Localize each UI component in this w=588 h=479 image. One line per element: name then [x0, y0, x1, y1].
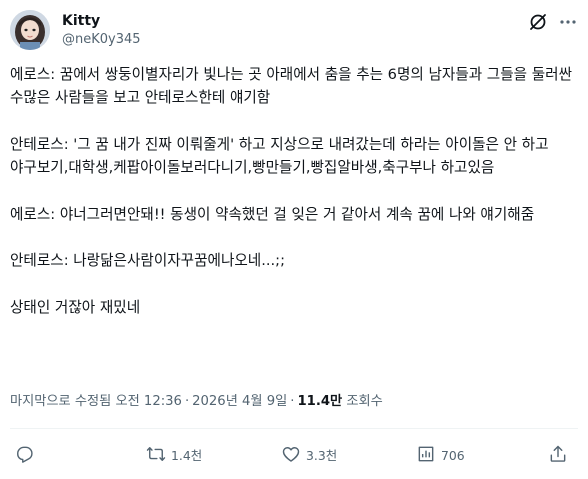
- repost-count: 1.4천: [171, 448, 203, 463]
- timestamp-date[interactable]: 2026년 4월 9일: [192, 394, 287, 409]
- reply-icon: [14, 444, 34, 467]
- share-icon: [548, 444, 568, 467]
- tweet-paragraph: 에로스: 야너그러면안돼!! 동생이 약속했던 걸 잊은 거 같아서 계속 꿈에…: [10, 205, 535, 223]
- edited-label[interactable]: 마지막으로 수정됨: [10, 394, 111, 409]
- share-button[interactable]: [548, 444, 568, 466]
- handle[interactable]: @neK0y345: [62, 32, 141, 48]
- like-button[interactable]: 3.3천: [281, 444, 337, 466]
- reply-button[interactable]: [14, 444, 39, 466]
- action-bar: 1.4천 3.3천 706: [0, 440, 588, 470]
- tweet-meta: 마지막으로 수정됨 오전 12:36 · 2026년 4월 9일 · 11.4만 조회수: [10, 393, 383, 411]
- views-button[interactable]: 706: [416, 444, 465, 466]
- like-icon: [281, 444, 301, 467]
- views-label: 조회수: [346, 394, 383, 409]
- grok-icon[interactable]: [528, 12, 548, 32]
- repost-icon: [146, 444, 166, 467]
- divider: [10, 428, 578, 429]
- tweet-paragraph: 에로스: 꿈에서 쌍둥이별자리가 빛나는 곳 아래에서 춤을 추는 6명의 남자…: [10, 66, 573, 107]
- tweet-text: 에로스: 꿈에서 쌍둥이별자리가 빛나는 곳 아래에서 춤을 추는 6명의 남자…: [10, 63, 582, 319]
- timestamp-time[interactable]: 오전 12:36: [115, 394, 181, 409]
- views-icon: [416, 444, 436, 467]
- more-icon[interactable]: [558, 12, 578, 32]
- views-count: 11.4만: [297, 394, 343, 409]
- like-count: 3.3천: [306, 448, 338, 463]
- avatar[interactable]: [10, 10, 50, 50]
- display-name[interactable]: Kitty: [62, 12, 100, 30]
- tweet-paragraph: 안테로스: '그 꿈 내가 진짜 이뤄줄게' 하고 지상으로 내려갔는데 하라는…: [10, 135, 549, 177]
- tweet-paragraph: 상태인 거잖아 재밌네: [10, 298, 141, 316]
- tweet-paragraph: 안테로스: 나랑닮은사람이자꾸꿈에나오네...;;: [10, 252, 285, 270]
- repost-button[interactable]: 1.4천: [146, 444, 202, 466]
- meta-separator: ·: [290, 394, 295, 409]
- meta-separator: ·: [184, 394, 190, 409]
- views-action-count: 706: [441, 447, 465, 463]
